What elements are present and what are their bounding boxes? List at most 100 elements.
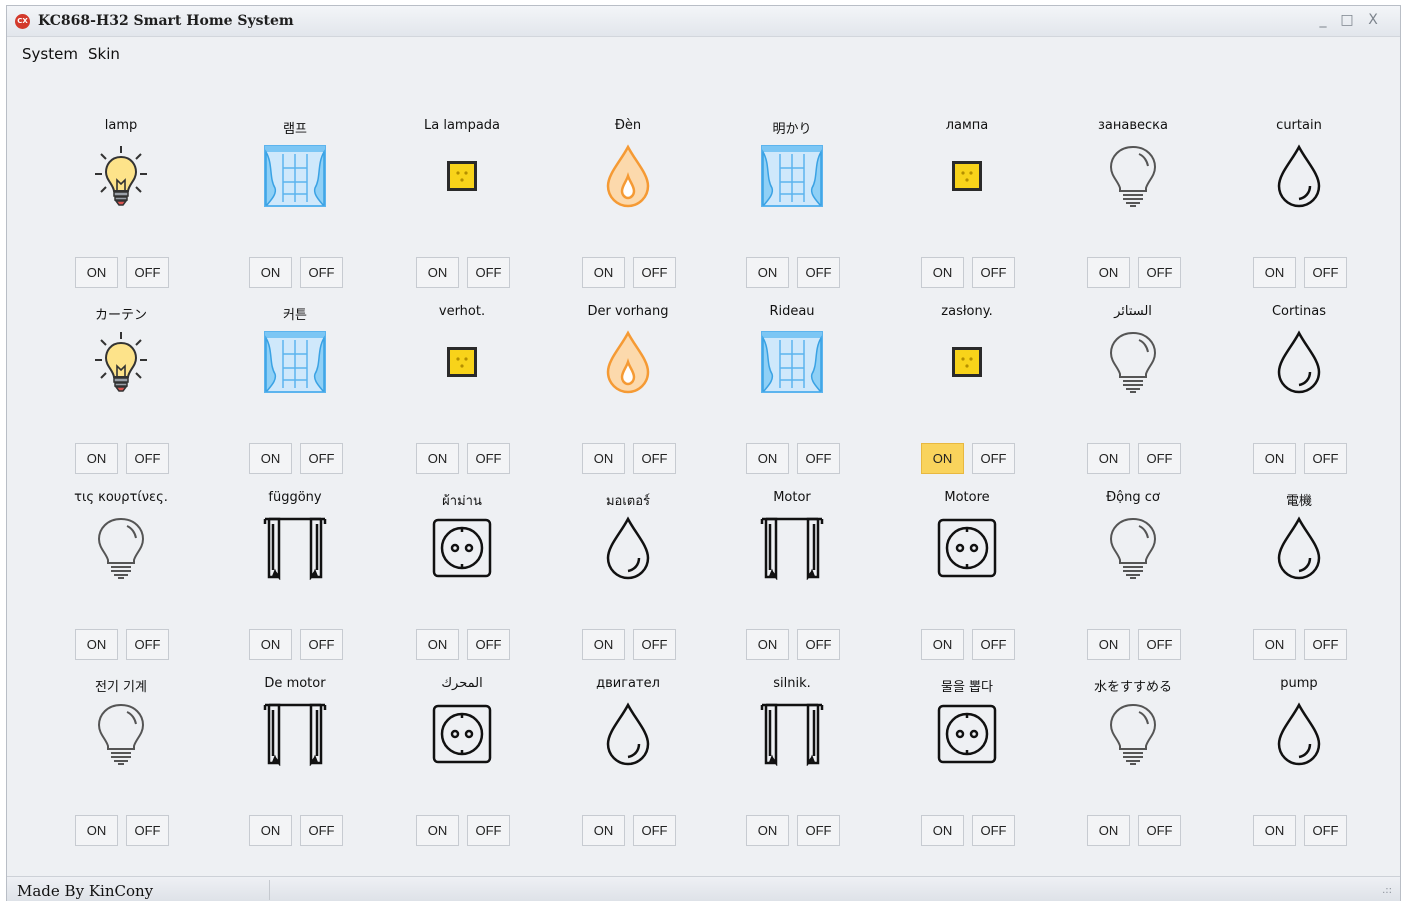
resize-grip[interactable]: .:: [1382,885,1392,896]
off-button[interactable]: OFF [467,443,510,474]
off-button[interactable]: OFF [467,257,510,288]
on-button[interactable]: ON [75,257,118,288]
off-button[interactable]: OFF [972,629,1015,660]
device-cell: 水をすすめる ON OFF [1073,676,1193,856]
device-cell: verhot. ON OFF [402,304,522,484]
on-button[interactable]: ON [921,815,964,846]
device-label: 커튼 [283,308,307,323]
device-label: Rideau [769,304,815,319]
on-button[interactable]: ON [746,815,789,846]
on-button[interactable]: ON [746,443,789,474]
on-button[interactable]: ON [1087,815,1130,846]
device-cell: الستائر ON OFF [1073,304,1193,484]
device-cell: 明かり ON OFF [732,118,852,298]
on-button[interactable]: ON [1087,443,1130,474]
off-button[interactable]: OFF [300,257,343,288]
off-button[interactable]: OFF [1304,443,1347,474]
on-button[interactable]: ON [582,257,625,288]
off-button[interactable]: OFF [300,815,343,846]
on-button[interactable]: ON [582,629,625,660]
device-cell: المحرك ON OFF [402,676,522,856]
off-button[interactable]: OFF [126,815,169,846]
off-button[interactable]: OFF [126,629,169,660]
off-button[interactable]: OFF [467,815,510,846]
device-cell: silnik. ON OFF [732,676,852,856]
device-cell: Động cơ ON OFF [1073,490,1193,670]
on-button[interactable]: ON [249,257,292,288]
off-button[interactable]: OFF [797,815,840,846]
off-button[interactable]: OFF [300,629,343,660]
device-cell: มอเตอร์ ON OFF [568,490,688,670]
on-button[interactable]: ON [746,629,789,660]
on-button[interactable]: ON [921,257,964,288]
on-button[interactable]: ON [921,443,964,474]
off-button[interactable]: OFF [1304,815,1347,846]
on-button[interactable]: ON [249,629,292,660]
status-separator [269,880,270,900]
on-button[interactable]: ON [1253,443,1296,474]
device-grid: lamp ON OFF 램프 ON OFF La lampada ON OFF Đèn ON OFF 明… [7,6,1400,901]
yellow-socket-icon [430,330,494,394]
on-button[interactable]: ON [582,815,625,846]
curtain-icon [760,516,824,581]
on-button[interactable]: ON [75,629,118,660]
device-label: Cortinas [1271,304,1327,319]
off-button[interactable]: OFF [972,443,1015,474]
on-button[interactable]: ON [416,815,459,846]
device-label: τις κουρτίνες. [74,490,168,505]
on-button[interactable]: ON [249,443,292,474]
on-button[interactable]: ON [75,443,118,474]
on-button[interactable]: ON [746,257,789,288]
on-button[interactable]: ON [1087,629,1130,660]
on-button[interactable]: ON [1087,257,1130,288]
off-button[interactable]: OFF [797,443,840,474]
on-button[interactable]: ON [416,257,459,288]
device-label: Motor [773,490,811,505]
water-drop-icon [1267,330,1331,394]
off-button[interactable]: OFF [633,629,676,660]
on-button[interactable]: ON [582,443,625,474]
device-cell: лампа ON OFF [907,118,1027,298]
device-cell: lamp ON OFF [61,118,181,298]
device-label: függöny [268,490,322,505]
on-button[interactable]: ON [249,815,292,846]
status-text: Made By KinCony [17,882,154,900]
on-button[interactable]: ON [416,629,459,660]
off-button[interactable]: OFF [467,629,510,660]
device-cell: двигател ON OFF [568,676,688,856]
off-button[interactable]: OFF [972,815,1015,846]
off-button[interactable]: OFF [300,443,343,474]
off-button[interactable]: OFF [1138,815,1181,846]
off-button[interactable]: OFF [1304,629,1347,660]
device-cell: De motor ON OFF [235,676,355,856]
device-label: ผ้าม่าน [442,494,482,509]
device-label: Đèn [614,118,642,133]
power-socket-icon [430,702,494,766]
off-button[interactable]: OFF [1138,443,1181,474]
on-button[interactable]: ON [1253,629,1296,660]
device-label: zasłony. [941,304,993,319]
on-button[interactable]: ON [1253,815,1296,846]
off-button[interactable]: OFF [1138,629,1181,660]
off-button[interactable]: OFF [633,815,676,846]
off-button[interactable]: OFF [797,629,840,660]
off-button[interactable]: OFF [633,443,676,474]
off-button[interactable]: OFF [797,257,840,288]
off-button[interactable]: OFF [126,257,169,288]
off-button[interactable]: OFF [972,257,1015,288]
device-label: занавеска [1098,118,1168,133]
on-button[interactable]: ON [921,629,964,660]
on-button[interactable]: ON [1253,257,1296,288]
curtain-icon [263,702,327,767]
device-label: verhot. [438,304,486,319]
curtain-window-icon [263,330,327,394]
device-label: المحرك [441,676,483,691]
on-button[interactable]: ON [75,815,118,846]
off-button[interactable]: OFF [633,257,676,288]
device-label: มอเตอร์ [605,494,651,509]
off-button[interactable]: OFF [1304,257,1347,288]
off-button[interactable]: OFF [126,443,169,474]
off-button[interactable]: OFF [1138,257,1181,288]
on-button[interactable]: ON [416,443,459,474]
device-label: الستائر [1114,304,1152,319]
